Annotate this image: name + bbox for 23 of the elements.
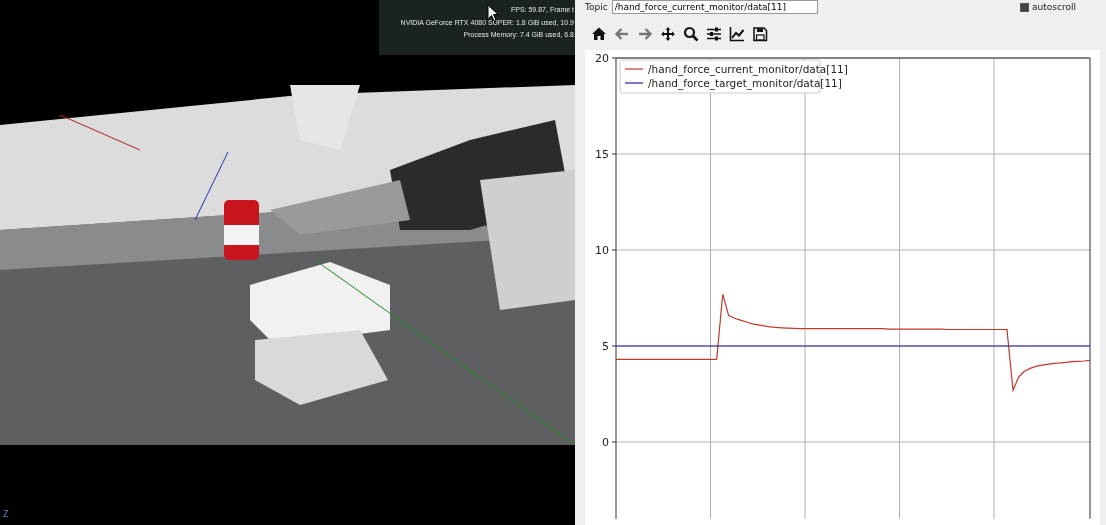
legend-label: /hand_force_current_monitor/data[11] [648,63,848,75]
home-icon [591,26,607,42]
legend-label: /hand_force_target_monitor/data[11] [648,77,842,89]
search-icon [683,26,699,42]
line-chart-icon [729,26,745,42]
zoom-button[interactable] [681,24,701,44]
save-button[interactable] [750,24,770,44]
right-arrow-icon [637,26,653,42]
topic-field[interactable]: /hand_force_current_monitor/data[11] [611,0,818,14]
topic-label: Topic [585,2,608,12]
save-icon [752,26,768,42]
cursor-icon [487,4,499,22]
sliders-icon [706,26,722,42]
y-tick-label: 15 [595,148,609,161]
y-tick-label: 10 [595,244,609,257]
move-icon [660,26,676,42]
autoscroll-checkbox[interactable]: autoscroll [1020,2,1076,12]
left-arrow-icon [614,26,630,42]
y-tick-label: 0 [602,436,609,449]
axes-button[interactable] [727,24,747,44]
axis-label: Z [3,510,9,519]
y-tick-label: 5 [602,340,609,353]
y-tick-label: 20 [595,52,609,65]
